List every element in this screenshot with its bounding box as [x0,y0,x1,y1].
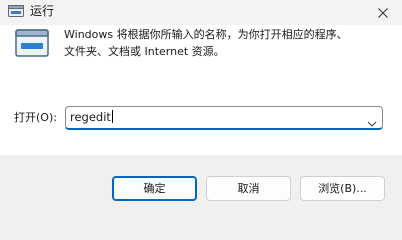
run-dialog: 运行 Windows 将根据你所输入的名称，为你打开相应的程序、 文件夹、文档或… [0,0,402,223]
cancel-button[interactable]: 取消 [206,176,291,201]
dialog-description: Windows 将根据你所输入的名称，为你打开相应的程序、 文件夹、文档或 In… [64,28,348,58]
open-label: 打开(O): [14,111,57,124]
dropdown-button[interactable] [367,113,377,127]
run-dialog-icon [15,29,49,59]
close-icon [378,7,388,18]
browse-button[interactable]: 浏览(B)... [300,176,385,201]
close-button[interactable] [368,0,398,25]
run-icon [8,4,24,18]
open-input[interactable]: regedit [70,110,113,125]
title-bar[interactable]: 运行 [0,0,402,25]
open-combobox[interactable]: regedit [65,106,383,130]
window-title: 运行 [30,4,55,18]
ok-button[interactable]: 确定 [112,176,197,201]
chevron-down-icon [367,121,377,127]
